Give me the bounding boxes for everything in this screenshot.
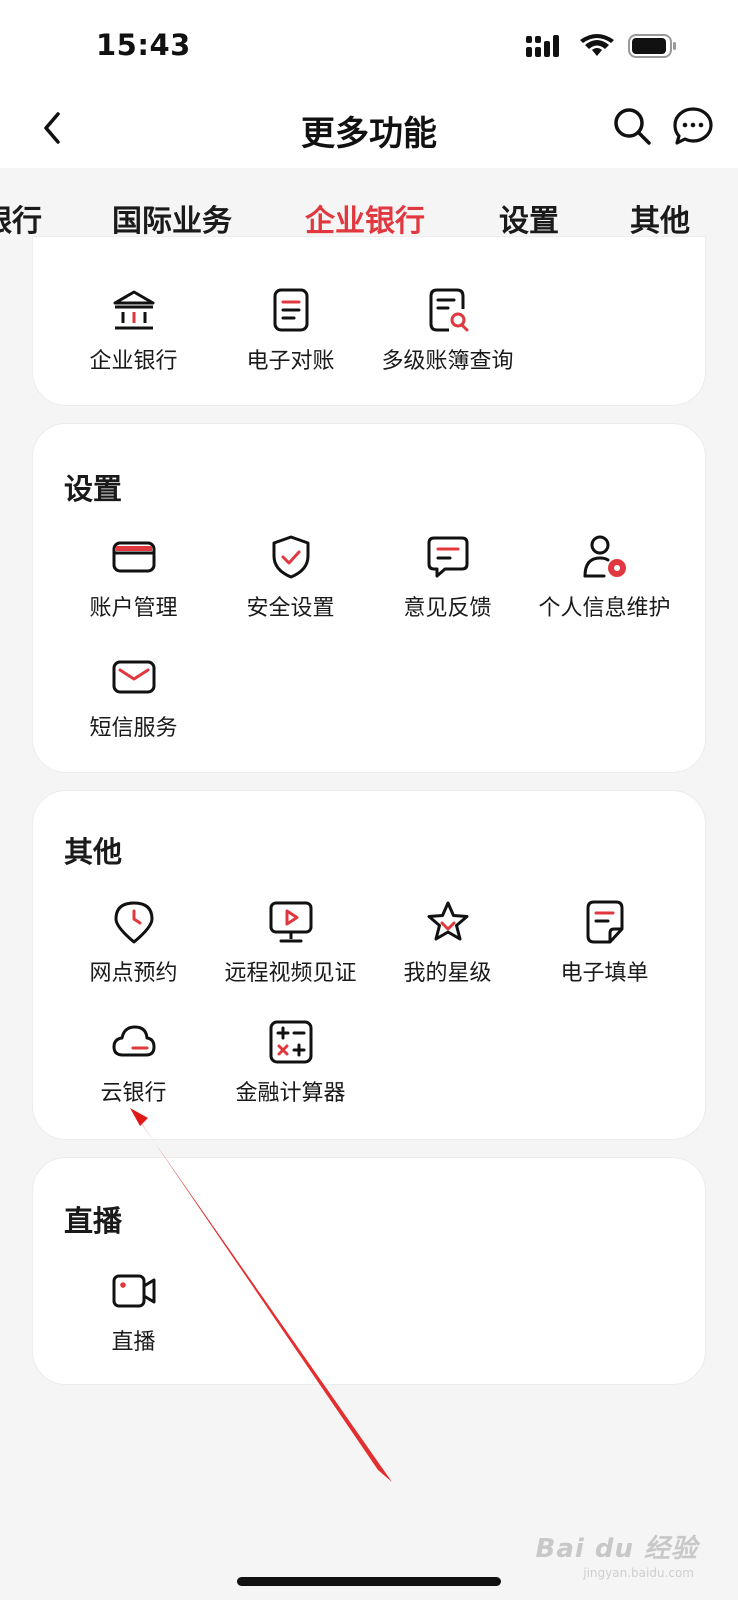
item-label: 个人信息维护	[538, 596, 671, 621]
item-label: 网点预约	[89, 961, 178, 986]
item-label: 云银行	[100, 1081, 167, 1106]
form-icon	[586, 900, 623, 944]
user-settings-icon	[583, 535, 626, 578]
item-remote-video[interactable]: 远程视频见证	[212, 899, 369, 987]
search-icon[interactable]	[612, 106, 652, 146]
feedback-icon	[427, 536, 468, 578]
other-section: 其他 网点预约 远程视频见证 我的星级 电子填单 云银行 金融计算器	[32, 790, 706, 1140]
item-my-star-level[interactable]: 我的星级	[369, 899, 526, 987]
item-finance-calculator[interactable]: 金融计算器	[212, 1019, 369, 1107]
item-label: 远程视频见证	[224, 961, 357, 986]
section-title: 直播	[64, 1204, 123, 1238]
item-label: 直播	[111, 1330, 156, 1355]
envelope-icon	[112, 660, 155, 694]
tab-other[interactable]: 其他	[630, 196, 690, 240]
tab-settings[interactable]: 设置	[499, 196, 559, 240]
tab-banking[interactable]: 银行	[0, 196, 42, 240]
watermark-url: jingyan.baidu.com	[583, 1566, 694, 1580]
nav-bar: 更多功能	[0, 90, 738, 168]
item-multi-ledger-query[interactable]: 多级账簿查询	[369, 287, 526, 375]
item-label: 短信服务	[89, 716, 178, 741]
item-label: 企业银行	[89, 349, 178, 374]
item-cloud-bank[interactable]: 云银行	[55, 1019, 212, 1107]
status-time: 15:43	[96, 28, 191, 62]
item-e-reconciliation[interactable]: 电子对账	[212, 287, 369, 375]
item-account-management[interactable]: 账户管理	[55, 534, 212, 622]
wifi-icon	[580, 34, 614, 56]
home-indicator[interactable]	[237, 1577, 501, 1586]
signal-icon	[526, 35, 559, 57]
tab-enterprise[interactable]: 企业银行	[305, 196, 425, 240]
document-icon	[273, 288, 308, 332]
status-icons	[526, 34, 678, 58]
enterprise-section: 企业银行 电子对账 多级账簿查询	[32, 236, 706, 406]
item-live-stream[interactable]: 直播	[55, 1268, 212, 1356]
tab-international[interactable]: 国际业务	[112, 196, 232, 240]
item-e-form[interactable]: 电子填单	[526, 899, 683, 987]
chat-icon[interactable]	[672, 106, 714, 148]
item-label: 电子对账	[246, 349, 335, 374]
section-title: 设置	[64, 472, 123, 506]
item-label: 金融计算器	[235, 1081, 346, 1106]
item-personal-info[interactable]: 个人信息维护	[526, 534, 683, 622]
item-feedback[interactable]: 意见反馈	[369, 534, 526, 622]
section-title: 其他	[64, 835, 123, 869]
item-label: 多级账簿查询	[381, 349, 514, 374]
item-label: 意见反馈	[403, 596, 492, 621]
item-label: 安全设置	[246, 596, 335, 621]
settings-section: 设置 账户管理 安全设置 意见反馈 个人信息维护 短信服务	[32, 423, 706, 773]
camera-icon	[112, 1274, 155, 1308]
item-label: 电子填单	[560, 961, 649, 986]
location-clock-icon	[114, 901, 153, 944]
cloud-icon	[112, 1025, 155, 1057]
item-sms-service[interactable]: 短信服务	[55, 654, 212, 742]
battery-icon	[628, 34, 676, 58]
card-icon	[112, 541, 155, 573]
item-security-settings[interactable]: 安全设置	[212, 534, 369, 622]
item-branch-appointment[interactable]: 网点预约	[55, 899, 212, 987]
item-label: 我的星级	[403, 961, 492, 986]
bank-icon	[113, 290, 154, 330]
item-enterprise-bank[interactable]: 企业银行	[55, 287, 212, 375]
document-search-icon	[429, 288, 468, 332]
live-section: 直播 直播	[32, 1157, 706, 1385]
star-icon	[427, 901, 468, 941]
status-bar: 15:43	[0, 0, 738, 100]
shield-check-icon	[272, 535, 309, 579]
calculator-icon	[269, 1020, 312, 1064]
watermark-logo: Bai du 经验	[535, 1534, 698, 1564]
item-label: 账户管理	[89, 596, 178, 621]
video-screen-icon	[269, 901, 312, 943]
